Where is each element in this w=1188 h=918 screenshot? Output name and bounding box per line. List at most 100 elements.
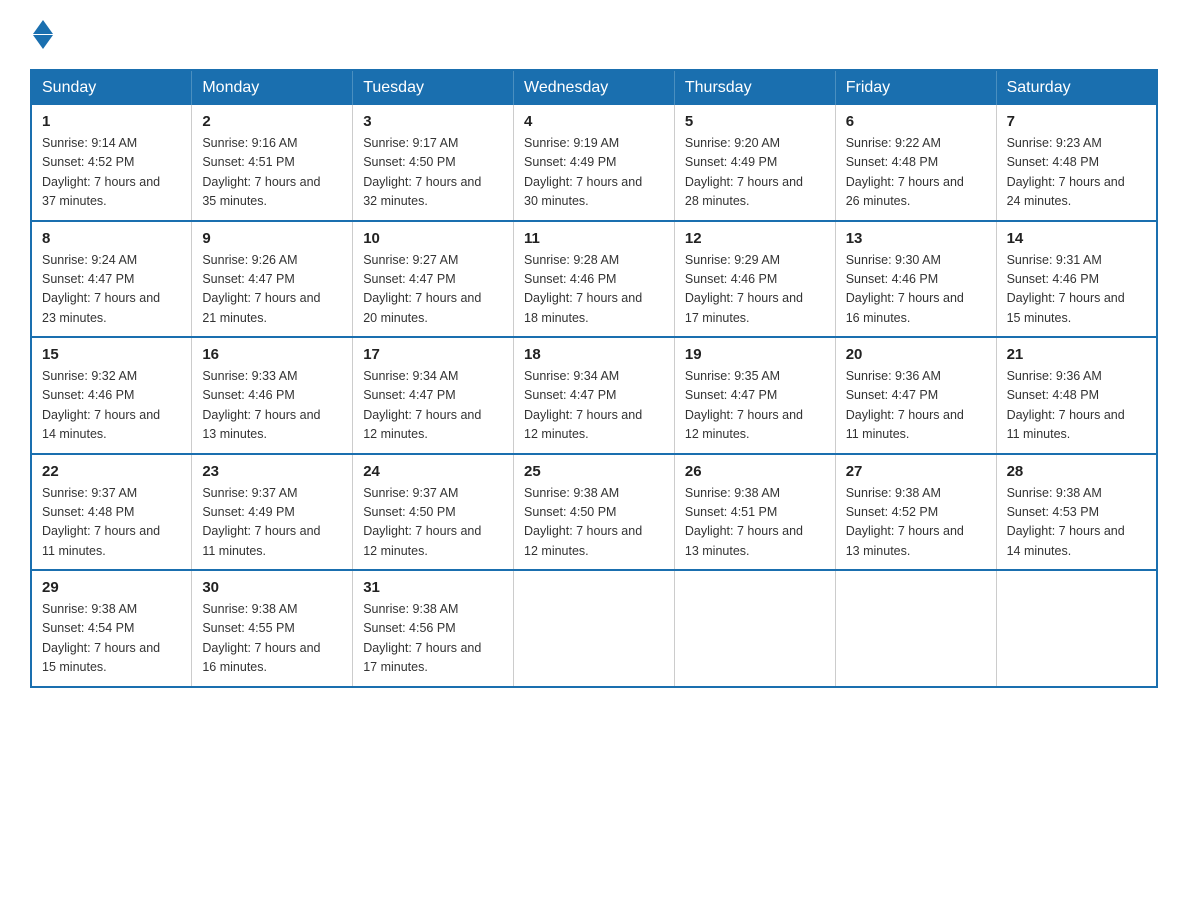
day-number: 29 [42,579,181,596]
calendar-cell: 31 Sunrise: 9:38 AMSunset: 4:56 PMDaylig… [353,570,514,687]
day-info: Sunrise: 9:34 AMSunset: 4:47 PMDaylight:… [363,367,503,445]
day-number: 31 [363,579,503,596]
calendar-week-row: 8 Sunrise: 9:24 AMSunset: 4:47 PMDayligh… [31,221,1157,338]
day-info: Sunrise: 9:38 AMSunset: 4:56 PMDaylight:… [363,600,503,678]
day-info: Sunrise: 9:26 AMSunset: 4:47 PMDaylight:… [202,251,342,329]
day-info: Sunrise: 9:37 AMSunset: 4:50 PMDaylight:… [363,484,503,562]
calendar-cell: 9 Sunrise: 9:26 AMSunset: 4:47 PMDayligh… [192,221,353,338]
day-number: 10 [363,230,503,247]
calendar-week-row: 22 Sunrise: 9:37 AMSunset: 4:48 PMDaylig… [31,454,1157,571]
day-info: Sunrise: 9:17 AMSunset: 4:50 PMDaylight:… [363,134,503,212]
calendar-cell [835,570,996,687]
calendar-cell: 27 Sunrise: 9:38 AMSunset: 4:52 PMDaylig… [835,454,996,571]
day-info: Sunrise: 9:34 AMSunset: 4:47 PMDaylight:… [524,367,664,445]
calendar-cell: 18 Sunrise: 9:34 AMSunset: 4:47 PMDaylig… [514,337,675,454]
calendar-cell: 26 Sunrise: 9:38 AMSunset: 4:51 PMDaylig… [674,454,835,571]
day-number: 16 [202,346,342,363]
calendar-cell: 7 Sunrise: 9:23 AMSunset: 4:48 PMDayligh… [996,105,1157,221]
day-info: Sunrise: 9:38 AMSunset: 4:55 PMDaylight:… [202,600,342,678]
day-number: 1 [42,113,181,130]
day-number: 12 [685,230,825,247]
calendar-cell: 3 Sunrise: 9:17 AMSunset: 4:50 PMDayligh… [353,105,514,221]
day-number: 24 [363,463,503,480]
calendar-cell: 10 Sunrise: 9:27 AMSunset: 4:47 PMDaylig… [353,221,514,338]
calendar-week-row: 29 Sunrise: 9:38 AMSunset: 4:54 PMDaylig… [31,570,1157,687]
weekday-header-thursday: Thursday [674,70,835,105]
calendar-cell: 28 Sunrise: 9:38 AMSunset: 4:53 PMDaylig… [996,454,1157,571]
day-info: Sunrise: 9:36 AMSunset: 4:47 PMDaylight:… [846,367,986,445]
day-info: Sunrise: 9:22 AMSunset: 4:48 PMDaylight:… [846,134,986,212]
day-info: Sunrise: 9:31 AMSunset: 4:46 PMDaylight:… [1007,251,1146,329]
calendar-week-row: 15 Sunrise: 9:32 AMSunset: 4:46 PMDaylig… [31,337,1157,454]
day-info: Sunrise: 9:20 AMSunset: 4:49 PMDaylight:… [685,134,825,212]
calendar-cell: 2 Sunrise: 9:16 AMSunset: 4:51 PMDayligh… [192,105,353,221]
day-info: Sunrise: 9:36 AMSunset: 4:48 PMDaylight:… [1007,367,1146,445]
day-number: 5 [685,113,825,130]
day-number: 3 [363,113,503,130]
day-number: 21 [1007,346,1146,363]
day-info: Sunrise: 9:24 AMSunset: 4:47 PMDaylight:… [42,251,181,329]
calendar-cell: 6 Sunrise: 9:22 AMSunset: 4:48 PMDayligh… [835,105,996,221]
weekday-header-tuesday: Tuesday [353,70,514,105]
day-info: Sunrise: 9:28 AMSunset: 4:46 PMDaylight:… [524,251,664,329]
day-number: 25 [524,463,664,480]
calendar-cell: 12 Sunrise: 9:29 AMSunset: 4:46 PMDaylig… [674,221,835,338]
day-info: Sunrise: 9:29 AMSunset: 4:46 PMDaylight:… [685,251,825,329]
weekday-header-friday: Friday [835,70,996,105]
calendar-cell: 21 Sunrise: 9:36 AMSunset: 4:48 PMDaylig… [996,337,1157,454]
calendar-cell: 24 Sunrise: 9:37 AMSunset: 4:50 PMDaylig… [353,454,514,571]
day-info: Sunrise: 9:37 AMSunset: 4:48 PMDaylight:… [42,484,181,562]
calendar-cell: 17 Sunrise: 9:34 AMSunset: 4:47 PMDaylig… [353,337,514,454]
day-info: Sunrise: 9:38 AMSunset: 4:52 PMDaylight:… [846,484,986,562]
calendar-cell: 11 Sunrise: 9:28 AMSunset: 4:46 PMDaylig… [514,221,675,338]
calendar-cell [996,570,1157,687]
day-number: 11 [524,230,664,247]
day-info: Sunrise: 9:38 AMSunset: 4:50 PMDaylight:… [524,484,664,562]
calendar-cell: 5 Sunrise: 9:20 AMSunset: 4:49 PMDayligh… [674,105,835,221]
day-info: Sunrise: 9:33 AMSunset: 4:46 PMDaylight:… [202,367,342,445]
day-info: Sunrise: 9:27 AMSunset: 4:47 PMDaylight:… [363,251,503,329]
calendar-cell: 30 Sunrise: 9:38 AMSunset: 4:55 PMDaylig… [192,570,353,687]
day-number: 22 [42,463,181,480]
day-number: 4 [524,113,664,130]
logo-icon [30,20,53,49]
day-number: 2 [202,113,342,130]
calendar-cell: 19 Sunrise: 9:35 AMSunset: 4:47 PMDaylig… [674,337,835,454]
day-number: 28 [1007,463,1146,480]
day-number: 23 [202,463,342,480]
day-number: 13 [846,230,986,247]
weekday-header-wednesday: Wednesday [514,70,675,105]
day-info: Sunrise: 9:16 AMSunset: 4:51 PMDaylight:… [202,134,342,212]
day-info: Sunrise: 9:14 AMSunset: 4:52 PMDaylight:… [42,134,181,212]
calendar-week-row: 1 Sunrise: 9:14 AMSunset: 4:52 PMDayligh… [31,105,1157,221]
calendar-table: SundayMondayTuesdayWednesdayThursdayFrid… [30,69,1158,688]
calendar-cell: 20 Sunrise: 9:36 AMSunset: 4:47 PMDaylig… [835,337,996,454]
day-number: 8 [42,230,181,247]
calendar-cell: 23 Sunrise: 9:37 AMSunset: 4:49 PMDaylig… [192,454,353,571]
calendar-cell [674,570,835,687]
day-number: 19 [685,346,825,363]
day-number: 15 [42,346,181,363]
day-info: Sunrise: 9:35 AMSunset: 4:47 PMDaylight:… [685,367,825,445]
day-number: 14 [1007,230,1146,247]
day-info: Sunrise: 9:23 AMSunset: 4:48 PMDaylight:… [1007,134,1146,212]
logo [30,20,53,49]
calendar-cell: 14 Sunrise: 9:31 AMSunset: 4:46 PMDaylig… [996,221,1157,338]
day-info: Sunrise: 9:30 AMSunset: 4:46 PMDaylight:… [846,251,986,329]
calendar-cell: 8 Sunrise: 9:24 AMSunset: 4:47 PMDayligh… [31,221,192,338]
calendar-cell: 29 Sunrise: 9:38 AMSunset: 4:54 PMDaylig… [31,570,192,687]
day-number: 18 [524,346,664,363]
weekday-header-saturday: Saturday [996,70,1157,105]
day-number: 7 [1007,113,1146,130]
weekday-header-row: SundayMondayTuesdayWednesdayThursdayFrid… [31,70,1157,105]
calendar-cell [514,570,675,687]
day-number: 26 [685,463,825,480]
calendar-cell: 16 Sunrise: 9:33 AMSunset: 4:46 PMDaylig… [192,337,353,454]
day-info: Sunrise: 9:19 AMSunset: 4:49 PMDaylight:… [524,134,664,212]
calendar-cell: 1 Sunrise: 9:14 AMSunset: 4:52 PMDayligh… [31,105,192,221]
day-info: Sunrise: 9:38 AMSunset: 4:53 PMDaylight:… [1007,484,1146,562]
day-number: 6 [846,113,986,130]
day-info: Sunrise: 9:32 AMSunset: 4:46 PMDaylight:… [42,367,181,445]
calendar-cell: 13 Sunrise: 9:30 AMSunset: 4:46 PMDaylig… [835,221,996,338]
weekday-header-sunday: Sunday [31,70,192,105]
